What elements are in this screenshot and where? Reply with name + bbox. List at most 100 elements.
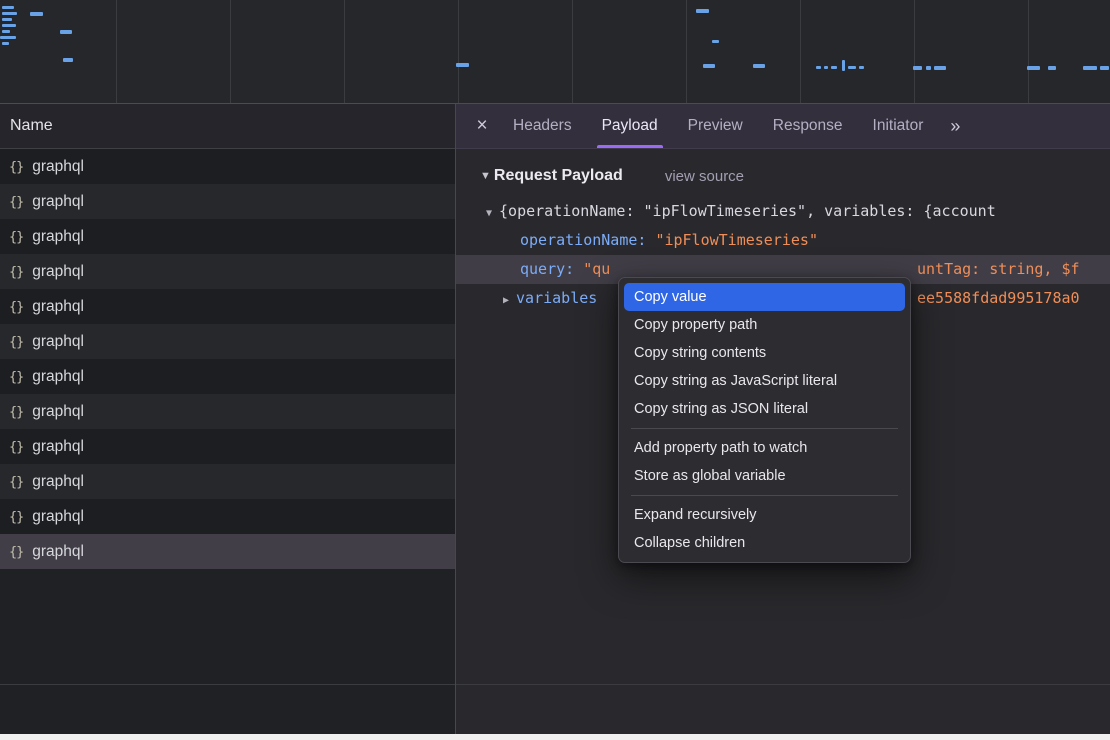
network-activity-bar [1048,66,1056,70]
network-activity-bar [63,58,73,62]
network-activity-bar [859,66,864,69]
json-icon: {} [9,404,23,420]
json-icon: {} [9,334,23,350]
network-activity-bar [696,9,709,13]
detail-tabbar: × HeadersPayloadPreviewResponseInitiator… [456,104,1110,149]
request-name: graphql [32,193,84,211]
tab-initiator[interactable]: Initiator [858,104,939,148]
network-activity-bar [703,64,715,68]
tab-payload[interactable]: Payload [587,104,673,148]
tab-response[interactable]: Response [758,104,858,148]
json-icon: {} [9,229,23,245]
table-footer-divider [0,684,1110,685]
devtools-network-panel: Name {}graphql{}graphql{}graphql{}graphq… [0,0,1110,740]
request-row[interactable]: {} graphql [0,324,455,359]
menu-separator [631,428,898,429]
menu-item-add-property-path-to-watch[interactable]: Add property path to watch [624,434,905,462]
request-row[interactable]: {} graphql [0,359,455,394]
menu-item-copy-string-as-javascript-literal[interactable]: Copy string as JavaScript literal [624,367,905,395]
network-activity-bar [2,12,17,15]
column-header-label: Name [10,117,53,135]
json-icon: {} [9,264,23,280]
network-activity-bar [0,36,16,39]
menu-item-copy-value[interactable]: Copy value [624,283,905,311]
network-activity-bar [816,66,821,69]
request-name: graphql [32,228,84,246]
json-icon: {} [9,369,23,385]
property-value: "ipFlowTimeseries" [655,231,818,249]
context-menu: Copy valueCopy property pathCopy string … [618,277,911,563]
request-row[interactable]: {} graphql [0,254,455,289]
network-activity-bar [1100,66,1109,70]
payload-root-row[interactable]: ▼{operationName: "ipFlowTimeseries", var… [456,197,1110,226]
request-payload-header: ▼ Request Payload view source [456,149,1110,189]
tab-headers[interactable]: Headers [498,104,587,148]
network-activity-bar [712,40,719,43]
payload-row-operation-name[interactable]: operationName: "ipFlowTimeseries" [456,226,1110,255]
menu-item-collapse-children[interactable]: Collapse children [624,529,905,557]
request-name: graphql [32,508,84,526]
property-key: operationName: [520,231,646,249]
menu-item-expand-recursively[interactable]: Expand recursively [624,501,905,529]
request-row[interactable]: {} graphql [0,499,455,534]
network-activity-bar [1027,66,1040,70]
property-key: variables [516,289,597,307]
column-header-name[interactable]: Name [0,104,455,149]
more-tabs-icon[interactable]: » [942,116,968,137]
network-activity-bar [2,18,12,21]
menu-separator [631,495,898,496]
request-name: graphql [32,543,84,561]
network-activity-bar [2,24,16,27]
page-background-strip [0,734,1110,740]
request-list: {} graphql {} graphql {} graphql {} graphql {} gr… [0,149,455,569]
request-row[interactable]: {} graphql [0,429,455,464]
json-icon: {} [9,299,23,315]
section-disclosure-icon[interactable]: ▼ [480,170,491,182]
json-icon: {} [9,159,23,175]
property-value-fragment: untTag: string, $f [917,255,1080,284]
request-name: graphql [32,403,84,421]
json-icon: {} [9,439,23,455]
menu-item-copy-string-contents[interactable]: Copy string contents [624,339,905,367]
json-icon: {} [9,474,23,490]
pane-divider[interactable] [455,104,456,734]
request-name: graphql [32,333,84,351]
network-activity-bar [753,64,765,68]
network-activity-bar [824,66,828,69]
property-key: query: [520,260,574,278]
network-overview[interactable] [0,0,1110,104]
request-row[interactable]: {} graphql [0,464,455,499]
request-name: graphql [32,473,84,491]
network-activity-bar [2,42,9,45]
property-value-fragment: ee5588fdad995178a0 [917,284,1080,313]
network-activity-bar [848,66,856,69]
network-request-table: Name {}graphql{}graphql{}graphql{}graphq… [0,104,455,734]
json-icon: {} [9,509,23,525]
request-name: graphql [32,298,84,316]
menu-item-copy-string-as-json-literal[interactable]: Copy string as JSON literal [624,395,905,423]
request-name: graphql [32,158,84,176]
network-activity-bar [60,30,72,34]
view-source-link[interactable]: view source [665,168,744,185]
request-row[interactable]: {} graphql [0,394,455,429]
request-row[interactable]: {}graphql [0,534,455,569]
request-row[interactable]: {}graphql [0,184,455,219]
request-name: graphql [32,438,84,456]
tab-preview[interactable]: Preview [673,104,758,148]
request-name: graphql [32,368,84,386]
network-activity-bar [2,6,14,9]
request-row[interactable]: {} graphql [0,289,455,324]
menu-item-copy-property-path[interactable]: Copy property path [624,311,905,339]
section-title: Request Payload [494,167,623,185]
request-row[interactable]: {} graphql [0,149,455,184]
disclosure-collapsed-icon[interactable]: ▶ [503,295,509,306]
disclosure-expanded-icon[interactable]: ▼ [486,208,492,219]
menu-item-store-as-global-variable[interactable]: Store as global variable [624,462,905,490]
network-activity-bar [456,63,469,67]
request-name: graphql [32,263,84,281]
property-value: "qu [583,260,610,278]
network-activity-bar [913,66,922,70]
close-icon[interactable]: × [466,115,498,137]
network-activity-bar [2,30,10,33]
request-row[interactable]: {} graphql [0,219,455,254]
